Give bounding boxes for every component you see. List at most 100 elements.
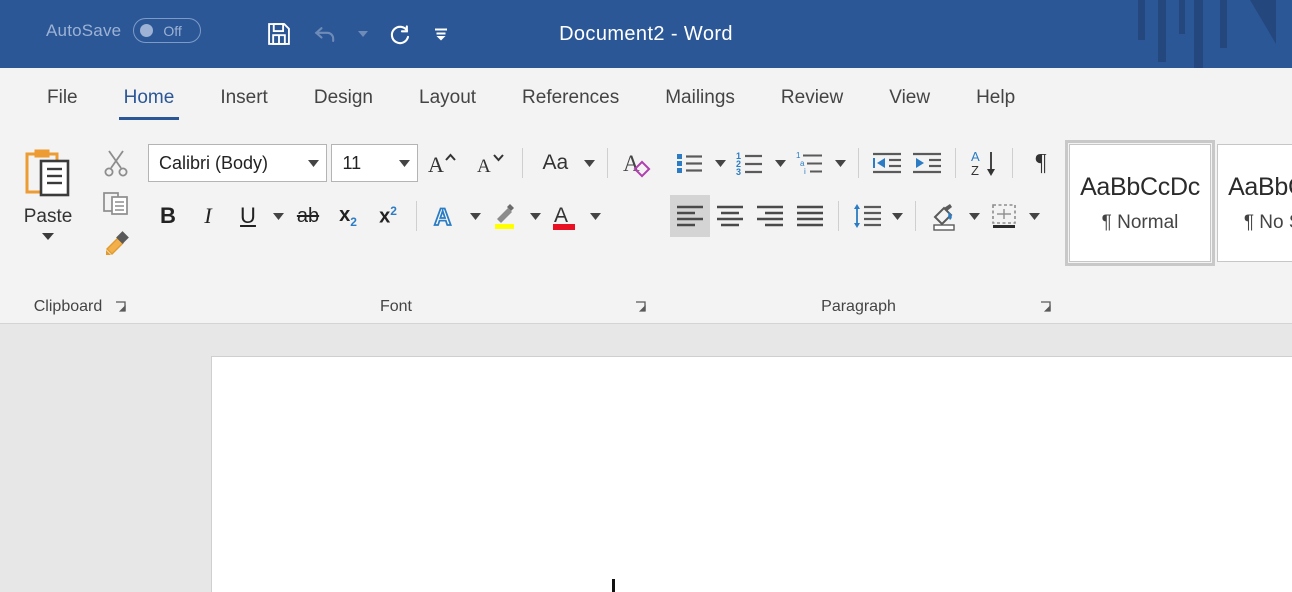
svg-text:Z: Z: [971, 163, 979, 178]
subscript-base: x: [339, 203, 351, 226]
tab-insert[interactable]: Insert: [197, 68, 291, 128]
pilcrow-icon: ¶: [1035, 149, 1047, 176]
svg-text:i: i: [804, 167, 806, 176]
ribbon-group-font: Calibri (Body) 11 A A Aa A B I U ab x2 x…: [136, 128, 656, 324]
cut-button[interactable]: [96, 146, 136, 180]
justify-button[interactable]: [790, 195, 830, 237]
subscript-button[interactable]: x2: [328, 195, 368, 237]
strikethrough-button[interactable]: ab: [288, 195, 328, 237]
font-separator-2: [607, 148, 608, 178]
paragraph-separator-1: [858, 148, 859, 178]
paragraph-dialog-launcher[interactable]: [1039, 300, 1053, 314]
clear-formatting-button[interactable]: A: [616, 142, 656, 184]
font-name-combobox[interactable]: Calibri (Body): [148, 144, 328, 182]
tab-home[interactable]: Home: [101, 68, 198, 128]
autosave-control[interactable]: AutoSave Off: [46, 18, 202, 43]
highlight-caret-icon[interactable]: [525, 212, 545, 221]
clipboard-dialog-launcher[interactable]: [114, 300, 128, 314]
save-button[interactable]: [258, 12, 300, 56]
line-spacing-caret-icon[interactable]: [887, 212, 907, 221]
customize-qat-button[interactable]: [426, 12, 456, 56]
numbering-button[interactable]: 123: [730, 142, 770, 184]
tab-view[interactable]: View: [866, 68, 953, 128]
font-size-caret-icon[interactable]: [398, 159, 411, 168]
multilevel-list-button[interactable]: 1ai: [790, 142, 830, 184]
font-separator-3: [416, 201, 417, 231]
bullets-caret-icon[interactable]: [710, 159, 730, 168]
paste-button[interactable]: Paste: [0, 138, 96, 241]
superscript-button[interactable]: x2: [368, 195, 408, 237]
paste-label: Paste: [23, 206, 73, 227]
title-bar-decoration: [1132, 0, 1292, 68]
show-formatting-marks-button[interactable]: ¶: [1021, 142, 1061, 184]
shading-caret-icon[interactable]: [964, 212, 984, 221]
increase-indent-button[interactable]: [907, 142, 947, 184]
tab-layout[interactable]: Layout: [396, 68, 499, 128]
document-page[interactable]: [211, 356, 1292, 592]
multilevel-list-caret-icon[interactable]: [830, 159, 850, 168]
bold-label: B: [160, 203, 176, 228]
font-size-combobox[interactable]: 11: [331, 144, 419, 182]
font-name-caret-icon[interactable]: [307, 159, 320, 168]
style-name-no-spacing: ¶ No Spac: [1243, 211, 1292, 233]
redo-button[interactable]: [380, 12, 422, 56]
change-case-caret-icon[interactable]: [579, 159, 599, 168]
autosave-label: AutoSave: [46, 20, 122, 40]
title-bar: AutoSave Off Document2 - Word: [0, 0, 1292, 68]
clipboard-group-label: Clipboard: [33, 298, 103, 315]
underline-label: U: [240, 203, 256, 228]
align-center-button[interactable]: [710, 195, 750, 237]
autosave-toggle[interactable]: Off: [133, 18, 202, 43]
align-right-button[interactable]: [750, 195, 790, 237]
font-color-button[interactable]: A: [545, 195, 585, 237]
decrease-indent-button[interactable]: [867, 142, 907, 184]
format-painter-button[interactable]: [96, 226, 136, 260]
font-name-value: Calibri (Body): [159, 152, 269, 173]
svg-text:A: A: [428, 152, 444, 177]
undo-dropdown-caret-icon[interactable]: [350, 12, 376, 56]
tab-design[interactable]: Design: [291, 68, 396, 128]
underline-caret-icon[interactable]: [268, 212, 288, 221]
line-spacing-button[interactable]: [847, 195, 887, 237]
shading-button[interactable]: [924, 195, 964, 237]
copy-button[interactable]: [96, 186, 136, 220]
bold-button[interactable]: B: [148, 195, 188, 237]
sort-button[interactable]: A Z: [964, 142, 1004, 184]
undo-button[interactable]: [304, 12, 346, 56]
bullets-button[interactable]: [670, 142, 710, 184]
tab-file[interactable]: File: [24, 68, 101, 128]
text-highlight-color-button[interactable]: [485, 195, 525, 237]
text-effects-caret-icon[interactable]: [465, 212, 485, 221]
font-group-label: Font: [379, 298, 412, 315]
font-color-caret-icon[interactable]: [585, 212, 605, 221]
ribbon: Paste Clipboard Calibri (Body) 11 A A Aa…: [0, 128, 1292, 324]
font-dialog-launcher[interactable]: [634, 300, 648, 314]
svg-text:A: A: [477, 156, 491, 177]
paste-dropdown-caret-icon[interactable]: [41, 232, 55, 241]
document-workspace: [0, 324, 1292, 592]
italic-button[interactable]: I: [188, 195, 228, 237]
style-tile-no-spacing[interactable]: AaBbCcDc ¶ No Spac: [1217, 144, 1292, 262]
tab-mailings[interactable]: Mailings: [642, 68, 758, 128]
font-size-value: 11: [342, 152, 362, 173]
word-application-window: AutoSave Off Document2 - Word File Home …: [0, 0, 1292, 592]
quick-access-toolbar: [258, 12, 456, 56]
align-left-button[interactable]: [670, 195, 710, 237]
numbering-caret-icon[interactable]: [770, 159, 790, 168]
underline-button[interactable]: U: [228, 195, 268, 237]
change-case-button[interactable]: Aa: [531, 142, 579, 184]
grow-font-button[interactable]: A: [418, 142, 466, 184]
ribbon-group-clipboard: Paste Clipboard: [0, 128, 136, 324]
text-effects-button[interactable]: A: [425, 195, 465, 237]
shrink-font-button[interactable]: A: [466, 142, 514, 184]
style-sample-no-spacing: AaBbCcDc: [1228, 172, 1292, 201]
autosave-toggle-knob: [140, 24, 154, 37]
borders-button[interactable]: [984, 195, 1024, 237]
style-sample-normal: AaBbCcDc: [1080, 172, 1200, 201]
style-tile-normal[interactable]: AaBbCcDc ¶ Normal: [1065, 140, 1215, 266]
borders-caret-icon[interactable]: [1024, 212, 1044, 221]
svg-text:3: 3: [736, 167, 741, 176]
tab-references[interactable]: References: [499, 68, 642, 128]
tab-review[interactable]: Review: [758, 68, 866, 128]
tab-help[interactable]: Help: [953, 68, 1038, 128]
